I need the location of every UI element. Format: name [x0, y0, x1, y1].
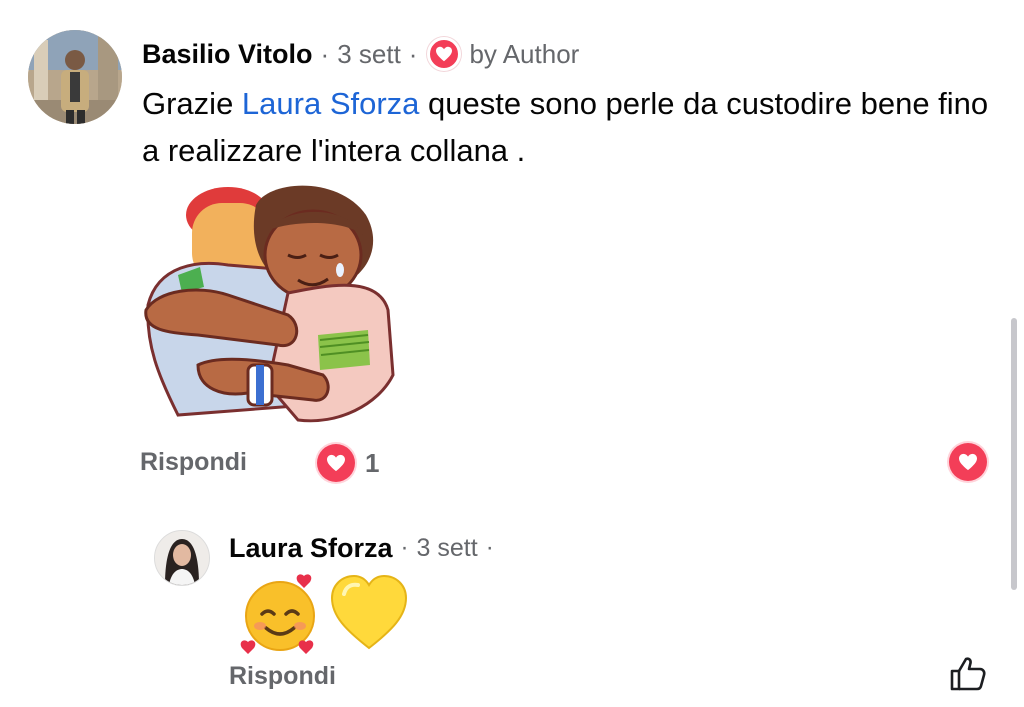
avatar-photo: [28, 30, 122, 124]
comment-author-name[interactable]: Basilio Vitolo: [142, 39, 313, 70]
separator-dot: ·: [408, 38, 418, 69]
author-badge-label: by Author: [469, 38, 580, 69]
heart-icon: [427, 37, 462, 71]
separator-dot: ·: [485, 534, 494, 561]
separator-dot: ·: [320, 38, 330, 69]
heart-icon: [949, 443, 987, 481]
smiling-face-with-hearts-emoji: [240, 574, 315, 654]
comment-text-before: Grazie: [142, 86, 242, 121]
reaction-summary[interactable]: 1: [317, 444, 379, 482]
avatar-basilio-vitolo[interactable]: [28, 30, 122, 124]
hug-sticker[interactable]: [138, 175, 400, 433]
thumbs-up-icon: [950, 657, 986, 691]
like-button[interactable]: [948, 654, 988, 699]
mention-link[interactable]: Laura Sforza: [242, 86, 420, 121]
scrollbar[interactable]: [1011, 318, 1017, 590]
reaction-count: 1: [365, 447, 380, 478]
avatar-laura-sforza[interactable]: [154, 530, 210, 586]
comment-header: Basilio Vitolo · 3 sett · by Author: [142, 34, 579, 74]
reply-timestamp[interactable]: 3 sett: [417, 534, 478, 563]
reply-button[interactable]: Rispondi: [140, 448, 247, 477]
reply-author-name[interactable]: Laura Sforza: [229, 533, 393, 564]
react-button[interactable]: [949, 443, 987, 481]
comment-text: Grazie Laura Sforza queste sono perle da…: [142, 80, 992, 174]
heart-icon: [317, 444, 355, 482]
yellow-heart-emoji: [330, 574, 408, 650]
reply-emoji-content: [238, 572, 410, 656]
comment-timestamp[interactable]: 3 sett: [337, 39, 401, 70]
avatar-photo: [155, 531, 209, 585]
reply-header: Laura Sforza · 3 sett ·: [229, 530, 502, 566]
reply-button[interactable]: Rispondi: [229, 662, 336, 691]
separator-dot: ·: [400, 534, 409, 561]
